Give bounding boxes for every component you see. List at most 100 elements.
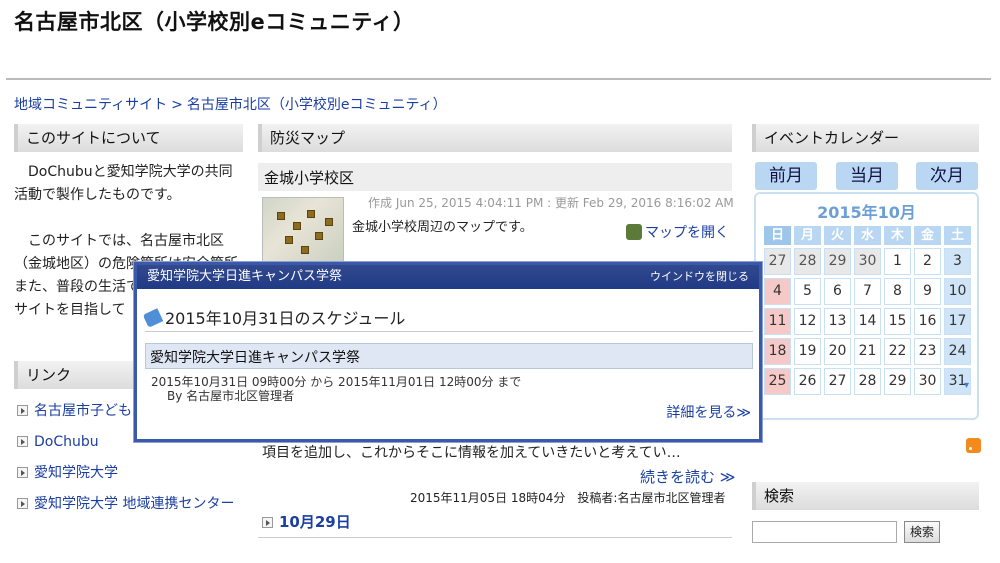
arrow-bullet-icon: [17, 436, 28, 447]
arrow-bullet-icon: [17, 467, 28, 478]
open-map-label[interactable]: マップを開く: [645, 225, 729, 241]
calendar-day[interactable]: 29: [824, 248, 851, 275]
calendar-day[interactable]: 16: [914, 308, 941, 335]
calendar-day[interactable]: 30: [914, 368, 941, 395]
rss-icon[interactable]: [966, 438, 981, 453]
popup-divider: [145, 331, 753, 332]
calendar-day[interactable]: 17: [944, 308, 971, 335]
breadcrumb-home-link[interactable]: 地域コミュニティサイト: [14, 97, 167, 113]
link-label[interactable]: 愛知学院大学: [34, 465, 118, 481]
calendar-day[interactable]: 15: [884, 308, 911, 335]
breadcrumb-current-link[interactable]: 名古屋市北区（小学校別eコミュニティ）: [187, 97, 447, 113]
calendar-day[interactable]: 30: [854, 248, 881, 275]
post-meta: 作成 Jun 25, 2015 4:04:11 PM : 更新 Feb 29, …: [368, 196, 734, 210]
calendar-day[interactable]: 25: [764, 368, 791, 395]
calendar-day[interactable]: 27: [764, 248, 791, 275]
map-marker-icon: [325, 218, 333, 226]
tag-icon: [142, 308, 164, 328]
prev-month-button[interactable]: 前月: [755, 162, 817, 190]
calendar-day[interactable]: 5: [794, 278, 821, 305]
calendar-day[interactable]: 14: [854, 308, 881, 335]
weekday-header: 水: [854, 226, 881, 245]
map-marker-icon: [307, 210, 315, 218]
breadcrumb: 地域コミュニティサイト > 名古屋市北区（小学校別eコミュニティ）: [14, 94, 447, 114]
about-heading: このサイトについて: [14, 124, 243, 152]
map-thumbnail[interactable]: [262, 197, 344, 267]
calendar-day[interactable]: 8: [884, 278, 911, 305]
calendar-day[interactable]: 10: [944, 278, 971, 305]
arrow-bullet-icon: [262, 517, 273, 528]
map-marker-icon: [285, 236, 293, 244]
header-divider: [6, 78, 991, 80]
calendar-day[interactable]: 7: [854, 278, 881, 305]
post-summary: 金城小学校周辺のマップです。: [352, 220, 533, 235]
search-input[interactable]: [752, 521, 897, 543]
map-heading: 防災マップ: [258, 124, 732, 152]
read-more-link[interactable]: 続きを読む ≫: [640, 466, 735, 487]
link-item[interactable]: 愛知学院大学: [14, 462, 243, 484]
post-excerpt: 項目を追加し、これからそこに情報を加えていきたいと考えてい…: [262, 445, 681, 461]
calendar-day[interactable]: 12: [794, 308, 821, 335]
weekday-header: 火: [824, 226, 851, 245]
open-map-link[interactable]: マップを開く: [626, 222, 729, 242]
link-label[interactable]: 愛知学院大学 地域連携センター: [34, 496, 234, 512]
search-button[interactable]: 検索: [904, 521, 940, 543]
calendar-day[interactable]: 1: [884, 248, 911, 275]
arrow-bullet-icon: [17, 405, 28, 416]
map-icon: [626, 224, 642, 240]
search-heading: 検索: [752, 482, 979, 510]
calendar-day[interactable]: 23: [914, 338, 941, 365]
link-label[interactable]: DoChubu: [34, 434, 99, 450]
post-title-label[interactable]: 10月29日: [279, 513, 351, 531]
next-month-button[interactable]: 次月: [916, 162, 978, 190]
calendar-day[interactable]: 6: [824, 278, 851, 305]
weekday-header: 日: [764, 226, 791, 245]
about-paragraph-1: DoChubuと愛知学院大学の共同活動で製作したものです。: [14, 164, 233, 203]
event-title: 愛知学院大学日進キャンパス学祭: [145, 343, 753, 369]
calendar-day[interactable]: 27: [824, 368, 851, 395]
calendar-day[interactable]: 22: [884, 338, 911, 365]
event-author: By 名古屋市北区管理者: [167, 389, 295, 403]
calendar-day[interactable]: 20: [824, 338, 851, 365]
calendar-month-title: 2015年10月: [817, 203, 916, 222]
calendar-day[interactable]: 24: [944, 338, 971, 365]
calendar-day[interactable]: 26: [794, 368, 821, 395]
calendar-day[interactable]: 13: [824, 308, 851, 335]
calendar-day[interactable]: 21: [854, 338, 881, 365]
breadcrumb-separator: >: [171, 97, 183, 113]
calendar-day[interactable]: 19: [794, 338, 821, 365]
calendar-grid: 日月火水木金土 27 28 29 30 1 2 3 4 5 6 7 8 9 10 11 12 13 14 15 16 17…: [764, 226, 973, 398]
map-marker-icon: [293, 222, 301, 230]
current-month-button[interactable]: 当月: [836, 162, 898, 190]
map-marker-icon: [315, 232, 323, 240]
calendar-heading: イベントカレンダー: [752, 124, 979, 152]
post-title[interactable]: 金城小学校区: [258, 163, 732, 191]
calendar-day[interactable]: 11: [764, 308, 791, 335]
calendar-day[interactable]: 4: [764, 278, 791, 305]
calendar-day[interactable]: 29: [884, 368, 911, 395]
link-item[interactable]: 愛知学院大学 地域連携センター: [14, 493, 243, 515]
popup-titlebar: 愛知学院大学日進キャンパス学祭 ウインドウを閉じる: [137, 265, 759, 289]
arrow-bullet-icon: [17, 498, 28, 509]
site-title: 名古屋市北区（小学校別eコミュニティ）: [14, 10, 415, 34]
schedule-heading-label: 2015年10月31日のスケジュール: [165, 309, 406, 328]
event-popup-window: 愛知学院大学日進キャンパス学祭 ウインドウを閉じる 2015年10月31日のスケ…: [134, 262, 762, 442]
calendar-day[interactable]: 18: [764, 338, 791, 365]
calendar: 2015年10月 日月火水木金土 27 28 29 30 1 2 3 4 5 6 7 8 9 10 11 12 1…: [754, 192, 979, 420]
event-detail-link[interactable]: 詳細を見る≫: [666, 402, 751, 422]
calendar-day[interactable]: 9: [914, 278, 941, 305]
center-divider: [258, 537, 732, 538]
calendar-day[interactable]: 2: [914, 248, 941, 275]
popup-window-title: 愛知学院大学日進キャンパス学祭: [147, 269, 343, 284]
calendar-day[interactable]: 31: [944, 368, 971, 398]
map-marker-icon: [301, 246, 309, 254]
calendar-day[interactable]: 28: [854, 368, 881, 395]
calendar-day[interactable]: 3: [944, 248, 971, 275]
weekday-header: 金: [914, 226, 941, 245]
calendar-day[interactable]: 28: [794, 248, 821, 275]
weekday-header: 木: [884, 226, 911, 245]
close-window-button[interactable]: ウインドウを閉じる: [650, 265, 749, 289]
post-byline: 2015年11月05日 18時04分 投稿者:名古屋市北区管理者: [410, 491, 726, 505]
schedule-heading: 2015年10月31日のスケジュール: [142, 305, 406, 329]
post-title-link[interactable]: 10月29日: [262, 511, 351, 532]
